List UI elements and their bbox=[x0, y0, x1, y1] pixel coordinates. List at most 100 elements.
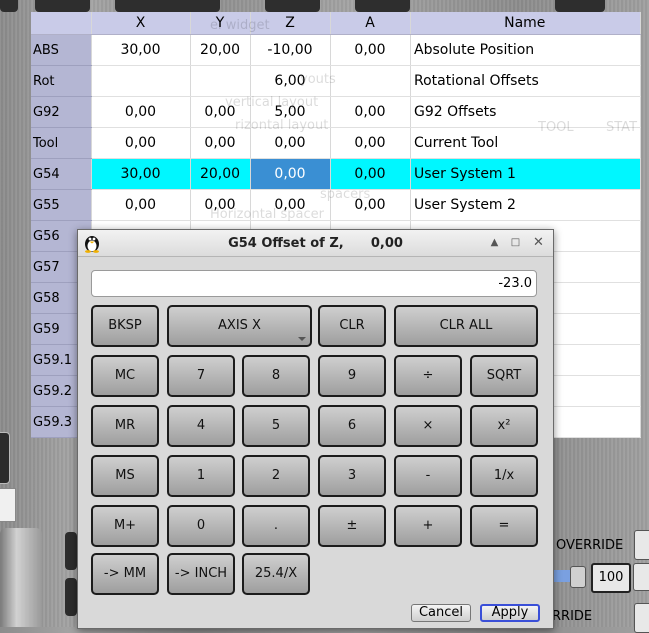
row-header[interactable]: G55 bbox=[31, 189, 92, 221]
left-side-field[interactable] bbox=[0, 488, 16, 522]
key-5[interactable]: 5 bbox=[242, 405, 310, 447]
override-value-field[interactable] bbox=[633, 563, 649, 591]
ghost-text-widgets: el widget bbox=[210, 18, 270, 33]
cell-z[interactable]: -10,00 bbox=[250, 34, 331, 66]
cell-x[interactable]: 30,00 bbox=[91, 158, 191, 190]
cell-a[interactable]: 0,00 bbox=[330, 158, 411, 190]
m-plus-button[interactable]: M+ bbox=[91, 505, 159, 547]
cell-x[interactable] bbox=[91, 65, 191, 97]
spindle-image bbox=[0, 528, 42, 627]
clr-button[interactable]: CLR bbox=[318, 305, 386, 347]
row-header[interactable]: G92 bbox=[31, 96, 92, 128]
cell-x[interactable]: 0,00 bbox=[91, 127, 191, 159]
sqrt-button[interactable]: SQRT bbox=[470, 355, 538, 397]
top-button-2[interactable] bbox=[35, 0, 90, 12]
key-4[interactable]: 4 bbox=[167, 405, 235, 447]
key-9[interactable]: 9 bbox=[318, 355, 386, 397]
close-icon[interactable]: ✕ bbox=[532, 236, 545, 249]
key-2[interactable]: 2 bbox=[242, 455, 310, 497]
row-header[interactable]: Rot bbox=[31, 65, 92, 97]
chevron-down-icon bbox=[298, 337, 306, 341]
cell-y[interactable]: 20,00 bbox=[190, 158, 251, 190]
calculator-display[interactable]: -23.0 bbox=[91, 270, 537, 297]
cell-a[interactable]: 0,00 bbox=[330, 34, 411, 66]
row-header[interactable]: ABS bbox=[31, 34, 92, 66]
to-inch-button[interactable]: -> INCH bbox=[167, 553, 235, 595]
column-header-a[interactable]: A bbox=[330, 12, 411, 35]
calculator-dialog: G54 Offset of Z, 0,00 ▲ □ ✕ -23.0 BKSP A… bbox=[77, 229, 554, 629]
cell-name[interactable]: Absolute Position bbox=[410, 34, 641, 66]
cell-y[interactable] bbox=[190, 65, 251, 97]
override-value-button[interactable]: 100 bbox=[591, 563, 631, 593]
override-slider[interactable] bbox=[552, 570, 572, 582]
top-button-5[interactable] bbox=[355, 0, 410, 12]
row-header[interactable]: Tool bbox=[31, 127, 92, 159]
override-label-2: RRIDE bbox=[552, 609, 593, 624]
mr-button[interactable]: MR bbox=[91, 405, 159, 447]
top-button-1[interactable] bbox=[0, 0, 18, 12]
ms-button[interactable]: MS bbox=[91, 455, 159, 497]
left-side-button[interactable] bbox=[0, 432, 10, 484]
reciprocal-button[interactable]: 1/x bbox=[470, 455, 538, 497]
corner-header bbox=[31, 12, 92, 35]
cell-a[interactable] bbox=[330, 65, 411, 97]
cell-name[interactable]: Rotational Offsets bbox=[410, 65, 641, 97]
table-row[interactable]: G54 30,00 20,00 0,00 0,00 User System 1 bbox=[31, 158, 641, 190]
apply-button[interactable]: Apply bbox=[480, 604, 540, 622]
decimal-point-button[interactable]: . bbox=[242, 505, 310, 547]
column-header-x[interactable]: X bbox=[91, 12, 191, 35]
column-header-name[interactable]: Name bbox=[410, 12, 641, 35]
top-button-4[interactable] bbox=[265, 0, 320, 12]
ghost-text-hspacer: Horizontal spacer bbox=[210, 207, 324, 222]
ghost-text-spacers: spacers bbox=[320, 187, 371, 202]
keep-above-icon[interactable]: ▲ bbox=[488, 236, 501, 249]
divide-25-4-button[interactable]: 25.4/X bbox=[242, 553, 310, 595]
key-6[interactable]: 6 bbox=[318, 405, 386, 447]
cell-a[interactable]: 0,00 bbox=[330, 127, 411, 159]
axis-select-label: AXIS X bbox=[218, 318, 261, 333]
to-mm-button[interactable]: -> MM bbox=[91, 553, 159, 595]
square-button[interactable]: x² bbox=[470, 405, 538, 447]
clr-all-button[interactable]: CLR ALL bbox=[394, 305, 538, 347]
row-header[interactable]: G54 bbox=[31, 158, 92, 190]
top-button-3[interactable] bbox=[115, 0, 220, 12]
key-0[interactable]: 0 bbox=[167, 505, 235, 547]
key-1[interactable]: 1 bbox=[167, 455, 235, 497]
override-field-2[interactable] bbox=[634, 603, 649, 633]
dialog-titlebar[interactable]: G54 Offset of Z, 0,00 ▲ □ ✕ bbox=[78, 230, 553, 257]
ghost-text-layouts: youts bbox=[300, 72, 336, 87]
override-field[interactable] bbox=[634, 530, 649, 560]
top-button-6[interactable] bbox=[555, 0, 605, 12]
cancel-button[interactable]: Cancel bbox=[411, 604, 471, 622]
cell-x[interactable]: 30,00 bbox=[91, 34, 191, 66]
cell-a[interactable]: 0,00 bbox=[330, 96, 411, 128]
ghost-text-vertical: vertical layout bbox=[225, 95, 319, 110]
equals-button[interactable]: = bbox=[470, 505, 538, 547]
cell-x[interactable]: 0,00 bbox=[91, 96, 191, 128]
multiply-button[interactable]: × bbox=[394, 405, 462, 447]
left-lower-button-2[interactable] bbox=[65, 578, 77, 616]
bksp-button[interactable]: BKSP bbox=[91, 305, 159, 347]
table-row[interactable]: ABS 30,00 20,00 -10,00 0,00 Absolute Position bbox=[31, 34, 641, 66]
cell-name[interactable]: User System 1 bbox=[410, 158, 641, 190]
key-3[interactable]: 3 bbox=[318, 455, 386, 497]
table-header-row: X Y Z A Name bbox=[31, 12, 641, 35]
maximize-icon[interactable]: □ bbox=[509, 236, 522, 249]
cell-y[interactable]: 20,00 bbox=[190, 34, 251, 66]
plus-minus-button[interactable]: ± bbox=[318, 505, 386, 547]
override-label: OVERRIDE bbox=[556, 538, 624, 553]
divide-button[interactable]: ÷ bbox=[394, 355, 462, 397]
cell-x[interactable]: 0,00 bbox=[91, 189, 191, 221]
ghost-tab-stat: STAT bbox=[606, 120, 638, 135]
key-7[interactable]: 7 bbox=[167, 355, 235, 397]
left-lower-button-1[interactable] bbox=[65, 532, 77, 570]
cell-z[interactable]: 0,00 bbox=[250, 158, 331, 190]
mc-button[interactable]: MC bbox=[91, 355, 159, 397]
minus-button[interactable]: - bbox=[394, 455, 462, 497]
ghost-tab-tool: TOOL bbox=[538, 120, 574, 135]
key-8[interactable]: 8 bbox=[242, 355, 310, 397]
override-slider-handle[interactable] bbox=[570, 566, 586, 588]
plus-button[interactable]: + bbox=[394, 505, 462, 547]
axis-select[interactable]: AXIS X bbox=[167, 305, 312, 347]
cell-name[interactable]: User System 2 bbox=[410, 189, 641, 221]
